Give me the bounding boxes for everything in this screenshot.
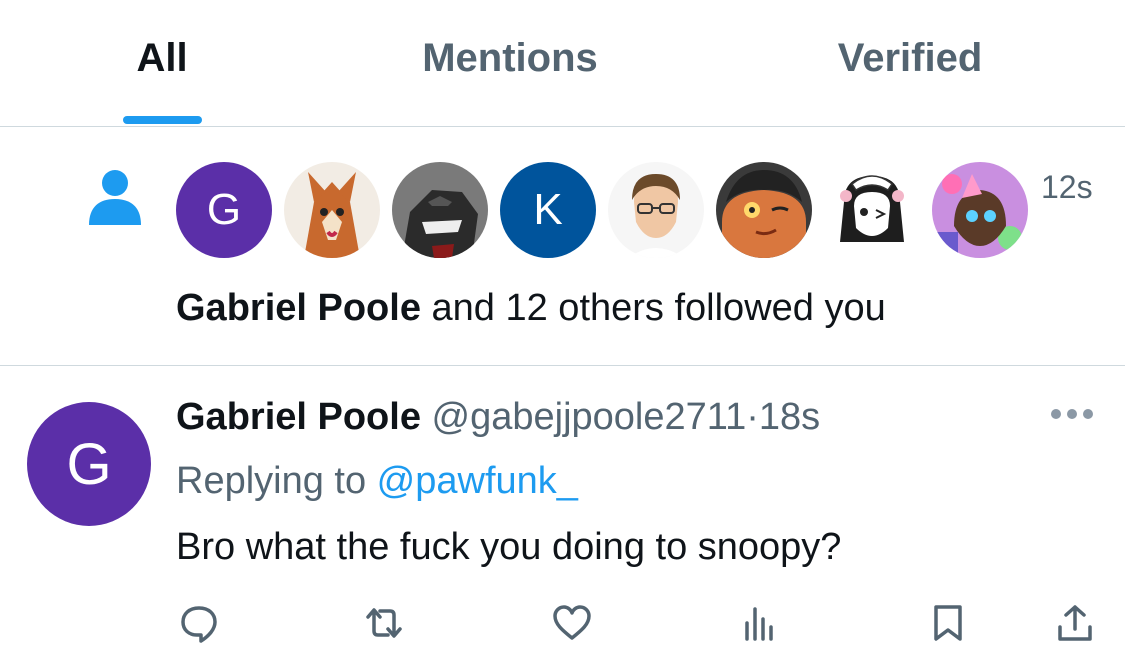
person-icon: [89, 170, 141, 225]
notification-time: 12s: [1041, 169, 1093, 205]
notification-rest: and 12 others followed you: [420, 287, 886, 329]
notification-text: Gabriel Poole and 12 others followed you: [176, 287, 886, 330]
follower-avatar[interactable]: [932, 162, 1028, 258]
follower-avatar[interactable]: [608, 162, 704, 258]
tweet-text: Bro what the fuck you doing to snoopy?: [176, 526, 842, 568]
author-handle[interactable]: @gabejjpoole2711: [432, 396, 747, 438]
follow-notification[interactable]: G K 12s Gabriel Poole and 12 others foll…: [0, 127, 1125, 366]
tab-all[interactable]: All: [136, 36, 187, 81]
follower-avatar[interactable]: [284, 162, 380, 258]
tweet-time[interactable]: 18s: [759, 396, 820, 438]
bookmark-icon: [934, 605, 962, 641]
reply-button[interactable]: [179, 603, 219, 643]
avatar-letter: K: [533, 185, 563, 234]
tab-verified[interactable]: Verified: [838, 36, 983, 81]
tab-mentions[interactable]: Mentions: [422, 36, 598, 81]
replying-mention-link[interactable]: @pawfunk_: [377, 460, 578, 502]
like-button[interactable]: [552, 603, 592, 643]
follower-avatar[interactable]: [824, 162, 920, 258]
retweet-icon: [366, 608, 402, 638]
views-icon: [745, 607, 773, 641]
avatar-letter: G: [66, 431, 112, 497]
tweet-header: Gabriel Poole @gabejjpoole2711·18s: [176, 396, 820, 439]
follower-avatar[interactable]: [716, 162, 812, 258]
share-button[interactable]: [1055, 603, 1095, 643]
bookmark-button[interactable]: [928, 603, 968, 643]
follower-avatar[interactable]: G: [176, 162, 272, 258]
replying-to: Replying to @pawfunk_: [176, 460, 578, 503]
follower-avatar[interactable]: [392, 162, 488, 258]
reply-icon: [181, 606, 217, 643]
separator-dot: ·: [746, 396, 759, 438]
like-icon: [553, 605, 591, 640]
author-name[interactable]: Gabriel Poole: [176, 396, 421, 438]
share-icon: [1058, 605, 1092, 641]
replying-prefix: Replying to: [176, 460, 377, 502]
tweet[interactable]: G Gabriel Poole @gabejjpoole2711·18s Rep…: [0, 366, 1125, 661]
notification-tabs: All Mentions Verified: [0, 0, 1125, 127]
views-button[interactable]: [740, 603, 780, 643]
follower-name[interactable]: Gabriel Poole: [176, 287, 421, 329]
retweet-button[interactable]: [364, 603, 404, 643]
avatar[interactable]: G: [27, 402, 151, 526]
active-tab-indicator: [123, 116, 202, 124]
more-options-icon[interactable]: [1048, 404, 1096, 424]
avatar-letter: G: [206, 185, 242, 234]
follower-avatar[interactable]: K: [500, 162, 596, 258]
